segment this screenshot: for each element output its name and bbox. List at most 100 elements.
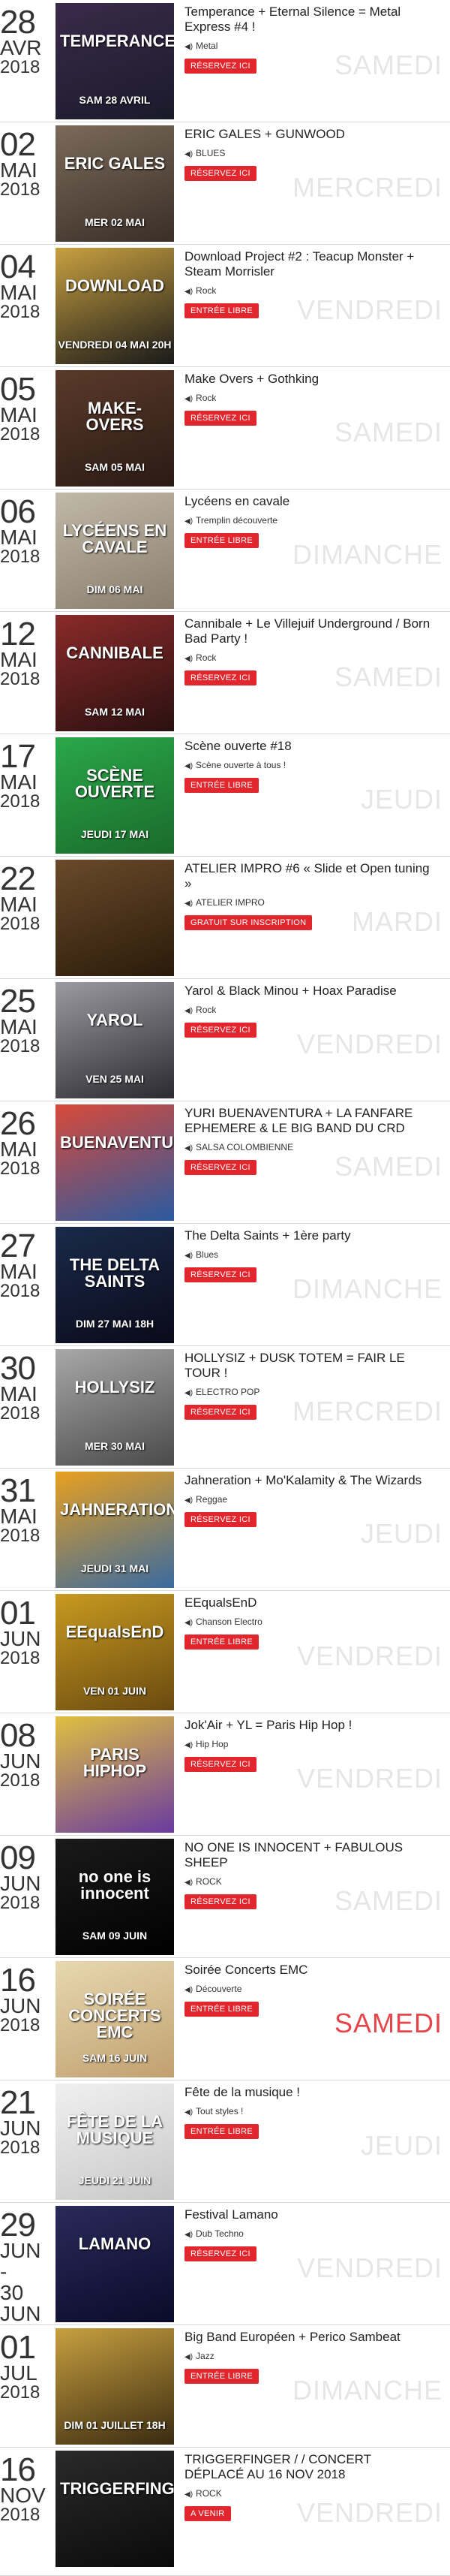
event-title[interactable]: HOLLYSIZ + DUSK TOTEM = FAIR LE TOUR ! bbox=[184, 1351, 432, 1381]
event-cta-button[interactable]: ENTRÉE LIBRE bbox=[184, 2124, 260, 2139]
event-row: 06 MAI 2018 LYCÉENS EN CAVALE DIM 06 MAI Lycé… bbox=[0, 490, 450, 612]
event-poster[interactable]: TRIGGERFINGER bbox=[56, 2451, 174, 2567]
event-cta-button[interactable]: ENTRÉE LIBRE bbox=[184, 2002, 260, 2017]
event-year: 2018 bbox=[0, 1648, 40, 1668]
event-genre: ◀) Dub Techno bbox=[184, 2228, 432, 2239]
event-cta-button[interactable]: RÉSERVEZ ICI bbox=[184, 1160, 256, 1175]
event-title[interactable]: EEqualsEnD bbox=[184, 1595, 432, 1610]
event-month-end: JUN bbox=[0, 2302, 41, 2325]
event-title[interactable]: Yarol & Black Minou + Hoax Paradise bbox=[184, 984, 432, 999]
event-poster[interactable]: YAROL VEN 25 MAI bbox=[56, 982, 174, 1098]
event-cta-button[interactable]: ENTRÉE LIBRE bbox=[184, 533, 260, 548]
event-poster[interactable]: PARIS HIPHOP bbox=[56, 1716, 174, 1833]
event-cta-button[interactable]: GRATUIT SUR INSCRIPTION bbox=[184, 915, 313, 930]
event-cta-button[interactable]: RÉSERVEZ ICI bbox=[184, 2246, 256, 2261]
event-cta-button[interactable]: ENTRÉE LIBRE bbox=[184, 778, 260, 793]
event-month: MAI bbox=[0, 158, 38, 182]
event-title[interactable]: Download Project #2 : Teacup Monster + S… bbox=[184, 249, 432, 279]
event-day-end: 30 bbox=[0, 2281, 24, 2304]
event-genre-label: Jazz bbox=[196, 2351, 214, 2361]
event-year: 2018 bbox=[0, 1036, 40, 1056]
speaker-icon: ◀) bbox=[184, 1389, 194, 1397]
event-title[interactable]: ATELIER IMPRO #6 « Slide et Open tuning … bbox=[184, 861, 432, 891]
poster-date: SAM 09 JUIN bbox=[82, 1930, 148, 1942]
event-row: 27 MAI 2018 THE DELTA SAINTS DIM 27 MAI 18H T… bbox=[0, 1224, 450, 1346]
event-cta-button[interactable]: RÉSERVEZ ICI bbox=[184, 670, 256, 685]
speaker-icon: ◀) bbox=[184, 2108, 194, 2117]
poster-title: no one is innocent bbox=[78, 1867, 152, 1903]
event-genre: ◀) Rock bbox=[184, 1005, 432, 1015]
event-poster[interactable]: LAMANO bbox=[56, 2206, 174, 2322]
event-title[interactable]: NO ONE IS INNOCENT + FABULOUS SHEEP bbox=[184, 1840, 432, 1870]
event-row: 30 MAI 2018 HOLLYSIZ MER 30 MAI HOLLYSIZ + DU… bbox=[0, 1346, 450, 1469]
event-title[interactable]: ERIC GALES + GUNWOOD bbox=[184, 127, 432, 142]
event-poster[interactable]: BUENAVENTURA bbox=[56, 1104, 174, 1221]
event-poster[interactable]: EEqualsEnD VEN 01 JUIN bbox=[56, 1594, 174, 1710]
event-cta-button[interactable]: RÉSERVEZ ICI bbox=[184, 411, 256, 426]
event-poster[interactable]: JAHNERATION JEUDI 31 MAI bbox=[56, 1472, 174, 1588]
event-title[interactable]: Festival Lamano bbox=[184, 2207, 432, 2222]
event-poster[interactable]: SCÈNE OUVERTE JEUDI 17 MAI bbox=[56, 737, 174, 854]
speaker-icon: ◀) bbox=[184, 1144, 194, 1152]
event-cta-button[interactable]: RÉSERVEZ ICI bbox=[184, 1512, 256, 1527]
event-poster[interactable]: SOIRÉE CONCERTS EMC SAM 16 JUIN bbox=[56, 1961, 174, 2077]
event-weekday: JEUDI bbox=[360, 784, 442, 815]
event-year: 2018 bbox=[0, 791, 40, 812]
event-title[interactable]: Big Band Européen + Perico Sambeat bbox=[184, 2330, 432, 2345]
event-day: 26 bbox=[0, 1105, 36, 1142]
event-cta-button[interactable]: RÉSERVEZ ICI bbox=[184, 1894, 256, 1909]
event-weekday: SAMEDI bbox=[334, 1151, 442, 1182]
event-poster[interactable]: THE DELTA SAINTS DIM 27 MAI 18H bbox=[56, 1227, 174, 1343]
event-poster[interactable]: ERIC GALES MER 02 MAI bbox=[56, 125, 174, 242]
event-day: 08 bbox=[0, 1717, 36, 1754]
event-poster[interactable]: DOWNLOAD VENDREDI 04 MAI 20H bbox=[56, 248, 174, 364]
event-month: MAI bbox=[0, 1260, 38, 1283]
event-year: 2018 bbox=[0, 179, 40, 200]
poster-date: JEUDI 31 MAI bbox=[80, 1562, 149, 1574]
event-genre: ◀) Chanson Electro bbox=[184, 1616, 432, 1627]
event-title[interactable]: TRIGGERFINGER / / CONCERT DÉPLACÉ AU 16 … bbox=[184, 2452, 432, 2482]
event-cta-button[interactable]: RÉSERVEZ ICI bbox=[184, 59, 256, 74]
event-month: MAI bbox=[0, 1382, 38, 1406]
event-poster[interactable]: DIM 01 JUILLET 18H bbox=[56, 2328, 174, 2445]
event-cta-button[interactable]: RÉSERVEZ ICI bbox=[184, 1267, 256, 1282]
event-poster[interactable]: TEMPERANCE SAM 28 AVRIL bbox=[56, 3, 174, 119]
event-cta-button[interactable]: ENTRÉE LIBRE bbox=[184, 1634, 260, 1650]
event-poster[interactable]: CANNIBALE SAM 12 MAI bbox=[56, 615, 174, 731]
event-cta-button[interactable]: ENTRÉE LIBRE bbox=[184, 303, 260, 318]
event-title[interactable]: Lycéens en cavale bbox=[184, 494, 432, 509]
event-title[interactable]: Jok'Air + YL = Paris Hip Hop ! bbox=[184, 1718, 432, 1733]
event-poster[interactable]: FÊTE DE LA MUSIQUE JEUDI 21 JUIN bbox=[56, 2083, 174, 2200]
event-day: 12 bbox=[0, 616, 36, 652]
poster-date: SAM 28 AVRIL bbox=[79, 94, 151, 106]
event-genre: ◀) Rock bbox=[184, 393, 432, 403]
event-cta-button[interactable]: ENTRÉE LIBRE bbox=[184, 2369, 260, 2384]
event-title[interactable]: Cannibale + Le Villejuif Underground / B… bbox=[184, 616, 432, 646]
event-poster[interactable] bbox=[56, 860, 174, 976]
poster-title: ERIC GALES bbox=[64, 154, 166, 173]
event-title[interactable]: Fête de la musique ! bbox=[184, 2085, 432, 2100]
event-genre-label: Tout styles ! bbox=[196, 2106, 244, 2117]
event-cta-button[interactable]: RÉSERVEZ ICI bbox=[184, 1405, 256, 1420]
event-title[interactable]: YURI BUENAVENTURA + LA FANFARE EPHEMERE … bbox=[184, 1106, 432, 1136]
event-title[interactable]: Jahneration + Mo'Kalamity & The Wizards bbox=[184, 1473, 432, 1488]
event-cta-button[interactable]: RÉSERVEZ ICI bbox=[184, 1023, 256, 1038]
event-poster[interactable]: LYCÉENS EN CAVALE DIM 06 MAI bbox=[56, 493, 174, 609]
event-title[interactable]: Scène ouverte #18 bbox=[184, 739, 432, 754]
event-row: 26MAI2018 BUENAVENTURA YURI BUENAVENTURA +… bbox=[0, 1101, 450, 1224]
poster-title: YAROL bbox=[86, 1011, 143, 1029]
event-title[interactable]: Soirée Concerts EMC bbox=[184, 1963, 432, 1978]
event-year: 2018 bbox=[0, 547, 40, 567]
event-year: 2018 bbox=[0, 669, 40, 689]
event-poster[interactable]: no one is innocent SAM 09 JUIN bbox=[56, 1839, 174, 1955]
event-poster[interactable]: HOLLYSIZ MER 30 MAI bbox=[56, 1349, 174, 1466]
event-genre-label: BLUES bbox=[196, 148, 226, 158]
event-title[interactable]: Make Overs + Gothking bbox=[184, 372, 432, 387]
event-cta-button[interactable]: RÉSERVEZ ICI bbox=[184, 1757, 256, 1772]
event-title[interactable]: The Delta Saints + 1ère party bbox=[184, 1228, 432, 1243]
event-cta-button[interactable]: RÉSERVEZ ICI bbox=[184, 166, 256, 181]
event-year: 2018 bbox=[0, 424, 40, 444]
event-cta-button[interactable]: A VENIR bbox=[184, 2506, 231, 2521]
event-title[interactable]: Temperance + Eternal Silence = Metal Exp… bbox=[184, 5, 432, 35]
event-poster[interactable]: MAKE-OVERS SAM 05 MAI bbox=[56, 370, 174, 487]
